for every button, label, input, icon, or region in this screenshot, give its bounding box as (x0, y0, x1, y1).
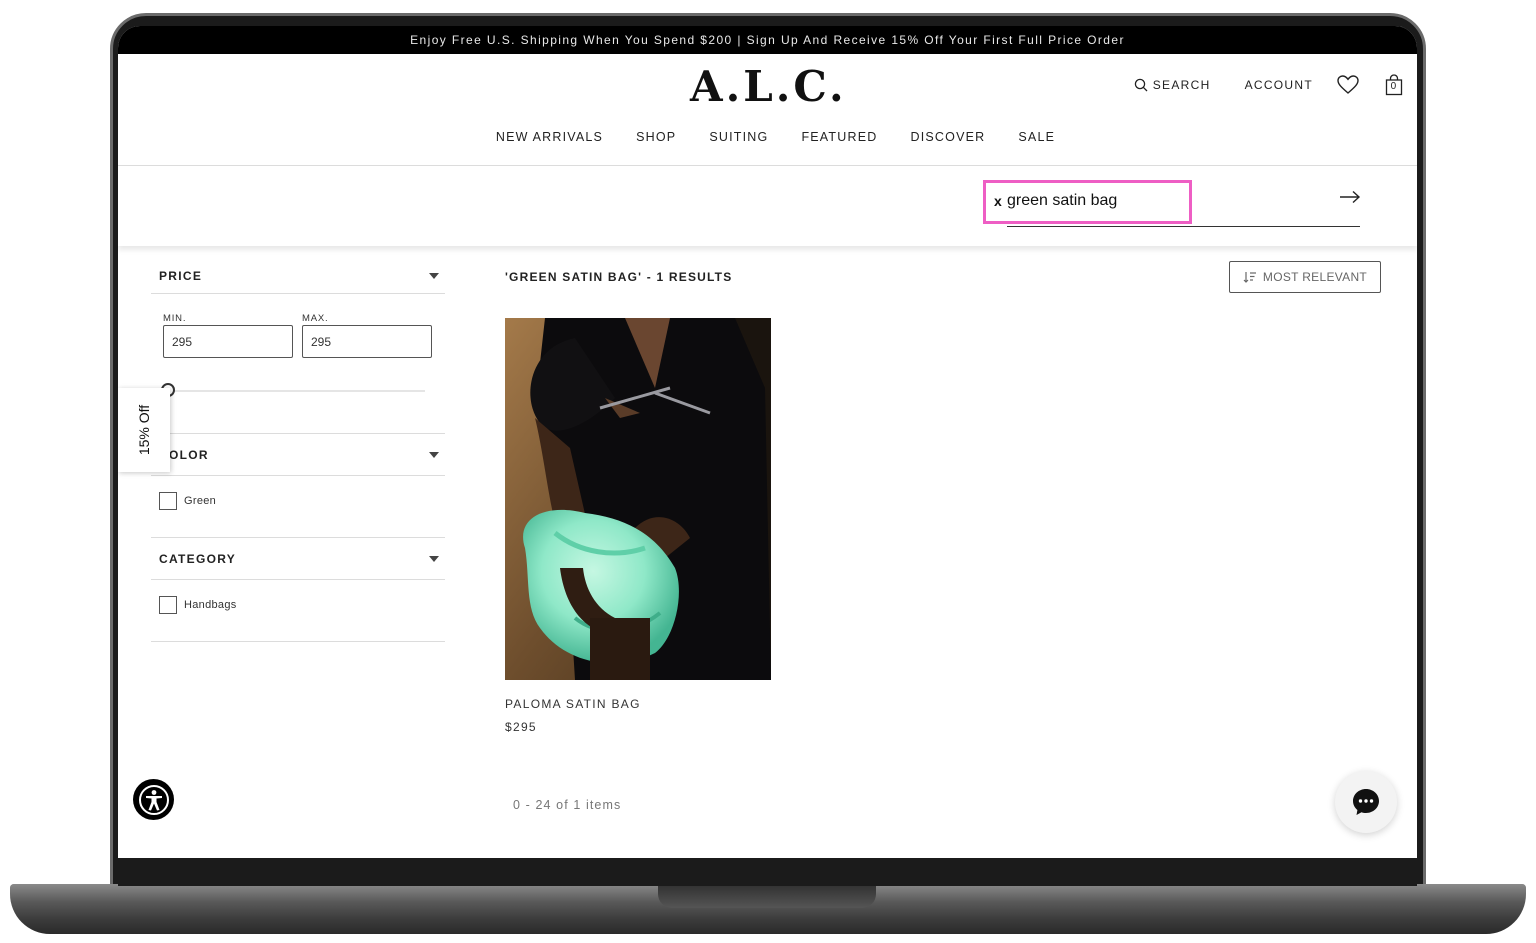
max-price-input[interactable] (302, 325, 432, 358)
discount-tab-label: 15% Off (135, 404, 152, 456)
sort-dropdown[interactable]: MOST RELEVANT (1229, 261, 1381, 293)
nav-discover[interactable]: DISCOVER (910, 130, 985, 144)
arrow-right-icon[interactable] (1339, 190, 1361, 204)
price-filter-header[interactable]: PRICE (151, 258, 445, 294)
sort-icon (1243, 272, 1256, 283)
search-underline (1007, 226, 1360, 227)
color-option-label: Green (184, 495, 217, 507)
account-link[interactable]: ACCOUNT (1245, 78, 1313, 92)
category-filter-title: CATEGORY (159, 551, 237, 566)
sort-label: MOST RELEVANT (1262, 270, 1368, 284)
product-card[interactable]: PALOMA SATIN BAG $295 (505, 318, 771, 734)
category-option-handbags[interactable]: Handbags (151, 580, 445, 642)
min-price-input[interactable] (163, 325, 293, 358)
price-filter-body: MIN. MAX. (151, 294, 445, 434)
category-option-label: Handbags (184, 599, 237, 611)
discount-tab[interactable]: 15% Off (118, 388, 170, 472)
category-filter-header[interactable]: CATEGORY (151, 538, 445, 580)
filter-sidebar: PRICE MIN. MAX. OLOR Green CATEGORY (151, 258, 445, 642)
main-navigation: NEW ARRIVALS SHOP SUITING FEATURED DISCO… (118, 130, 1417, 144)
laptop-notch (658, 886, 876, 908)
promo-banner[interactable]: Enjoy Free U.S. Shipping When You Spend … (118, 26, 1417, 54)
chat-bubble-icon (1353, 789, 1379, 815)
max-price-label: MAX. (302, 313, 329, 324)
nav-new-arrivals[interactable]: NEW ARRIVALS (496, 130, 603, 144)
nav-featured[interactable]: FEATURED (801, 130, 877, 144)
laptop-mockup: Enjoy Free U.S. Shipping When You Spend … (0, 0, 1536, 943)
header-search-button[interactable]: SEARCH (1134, 78, 1211, 92)
wishlist-button[interactable] (1337, 75, 1359, 95)
header-actions: SEARCH ACCOUNT 0 (1134, 74, 1403, 96)
min-price-label: MIN. (163, 313, 187, 324)
product-image[interactable] (505, 318, 771, 680)
product-price: $295 (505, 720, 537, 734)
promo-text: Enjoy Free U.S. Shipping When You Spend … (410, 33, 1125, 47)
chevron-down-icon (429, 451, 439, 458)
cart-button[interactable]: 0 (1385, 74, 1403, 96)
price-filter-title: PRICE (159, 268, 203, 283)
chevron-down-icon (429, 272, 439, 279)
account-label: ACCOUNT (1244, 78, 1313, 92)
chevron-down-icon (429, 555, 439, 562)
search-input[interactable] (1007, 188, 1337, 214)
nav-sale[interactable]: SALE (1018, 130, 1055, 144)
pagination-summary: 0 - 24 of 1 items (513, 798, 622, 812)
browser-screen: Enjoy Free U.S. Shipping When You Spend … (118, 26, 1417, 858)
nav-suiting[interactable]: SUITING (709, 130, 768, 144)
color-filter-header[interactable]: OLOR (151, 434, 445, 476)
results-title: 'GREEN SATIN BAG' - 1 RESULTS (505, 270, 733, 284)
price-slider-track[interactable] (171, 390, 425, 392)
cart-count: 0 (1390, 81, 1398, 92)
search-label: SEARCH (1152, 78, 1211, 92)
chat-button[interactable] (1335, 771, 1397, 833)
brand-logo[interactable]: A.L.C. (690, 62, 847, 111)
search-icon (1134, 78, 1148, 92)
search-panel: x (118, 166, 1417, 246)
accessibility-button[interactable] (133, 779, 174, 820)
nav-shop[interactable]: SHOP (636, 130, 676, 144)
accessibility-icon (138, 784, 169, 815)
heart-icon (1337, 75, 1359, 94)
product-name[interactable]: PALOMA SATIN BAG (505, 697, 771, 711)
color-green-checkbox[interactable] (159, 492, 177, 510)
clear-search-button[interactable]: x (994, 193, 1002, 209)
category-handbags-checkbox[interactable] (159, 596, 177, 614)
screen-bottom-bar (118, 858, 1417, 886)
color-option-green[interactable]: Green (151, 476, 445, 538)
